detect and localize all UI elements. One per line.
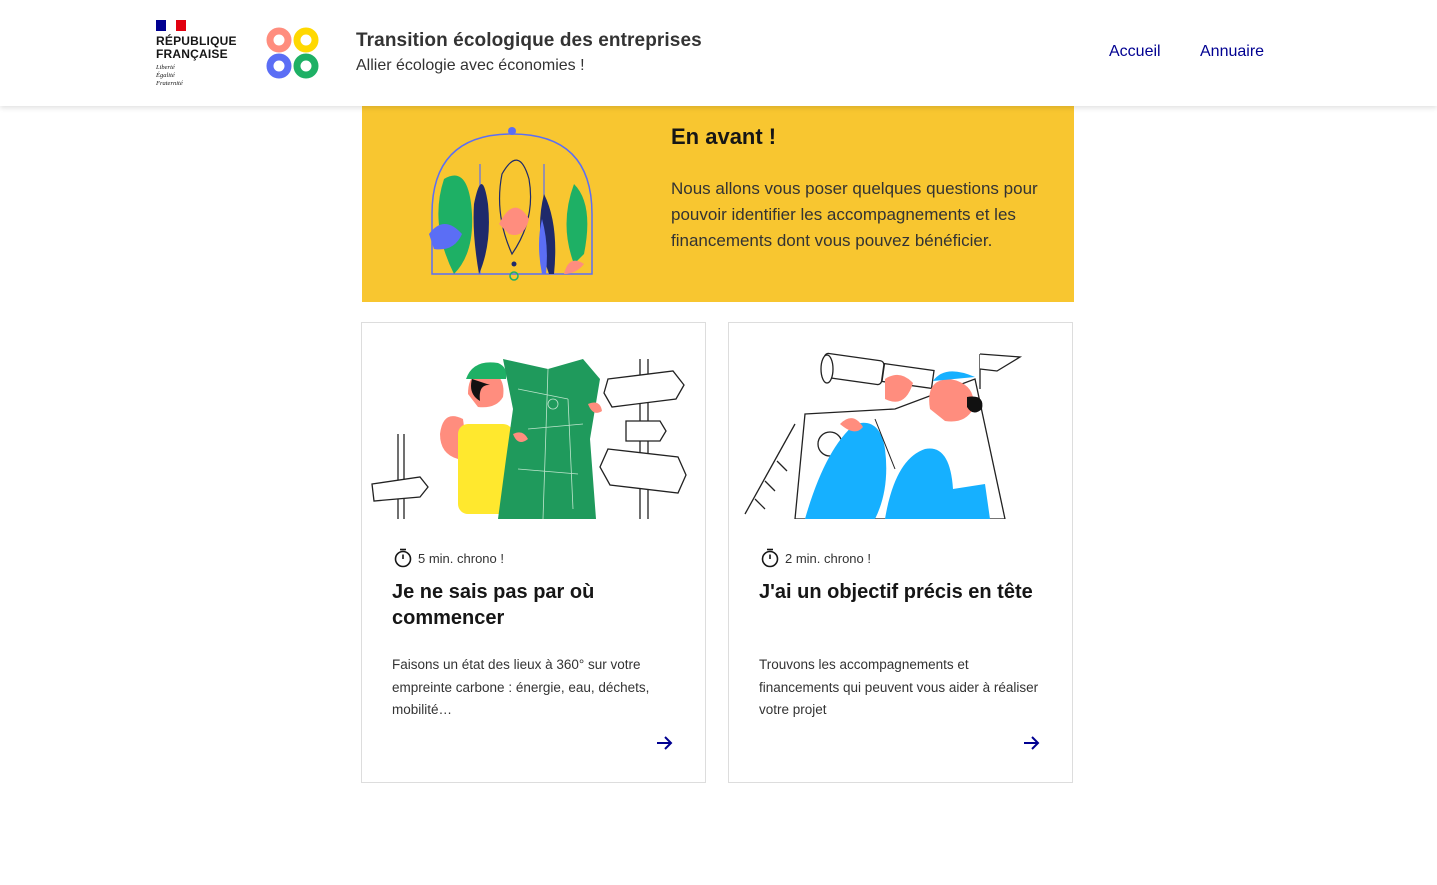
banner-text: Nous allons vous poser quelques question… xyxy=(671,179,1038,250)
site-title[interactable]: Transition écologique des entreprises xyxy=(356,30,702,52)
site-tagline: Allier écologie avec économies ! xyxy=(356,57,585,74)
card-duration: 2 min. chrono ! xyxy=(760,548,871,568)
motto-egalite: Égalité xyxy=(156,72,175,79)
motto-fraternite: Fraternité xyxy=(156,80,183,87)
nav-link-accueil[interactable]: Accueil xyxy=(1109,43,1161,61)
card-title[interactable]: Je ne sais pas par où commencer xyxy=(392,579,682,631)
explorer-map-illustration xyxy=(371,359,687,519)
arrow-right-icon[interactable] xyxy=(654,732,676,754)
republic-motto: Liberté Égalité Fraternité xyxy=(156,64,246,88)
card-description: Faisons un état des lieux à 360° sur vot… xyxy=(392,657,650,717)
republique-francaise-logo[interactable]: RÉPUBLIQUE FRANÇAISE Liberté Égalité Fra… xyxy=(156,20,246,90)
card-description: Trouvons les accompagnements et financem… xyxy=(759,657,1039,717)
intro-banner: En avant ! Nous allons vous poser quelqu… xyxy=(362,106,1074,302)
republic-name: RÉPUBLIQUE FRANÇAISE xyxy=(156,35,246,61)
card-duration: 5 min. chrono ! xyxy=(393,548,504,568)
sailor-telescope-illustration xyxy=(744,352,1023,519)
motto-liberte: Liberté xyxy=(156,64,175,71)
arrow-right-icon[interactable] xyxy=(1021,732,1043,754)
brand-text: Transition écologique des entreprises Al… xyxy=(356,30,702,75)
nav-link-annuaire[interactable]: Annuaire xyxy=(1200,43,1264,61)
republic-name-line2: FRANÇAISE xyxy=(156,47,228,61)
brand-logo-icon[interactable] xyxy=(266,27,320,79)
stopwatch-icon xyxy=(761,548,779,568)
site-header: RÉPUBLIQUE FRANÇAISE Liberté Égalité Fra… xyxy=(0,0,1437,106)
banner-title: En avant ! xyxy=(671,124,777,149)
plants-greenhouse-illustration xyxy=(429,127,593,281)
card-duration-text: 5 min. chrono ! xyxy=(418,550,504,566)
card-duration-text: 2 min. chrono ! xyxy=(785,550,871,566)
card-title[interactable]: J'ai un objectif précis en tête xyxy=(759,579,1049,605)
stopwatch-icon xyxy=(394,548,412,568)
card-start-from-scratch[interactable]: 5 min. chrono ! Je ne sais pas par où co… xyxy=(361,322,706,783)
french-flag-icon xyxy=(156,20,186,31)
card-precise-objective[interactable]: 2 min. chrono ! J'ai un objectif précis … xyxy=(728,322,1073,783)
